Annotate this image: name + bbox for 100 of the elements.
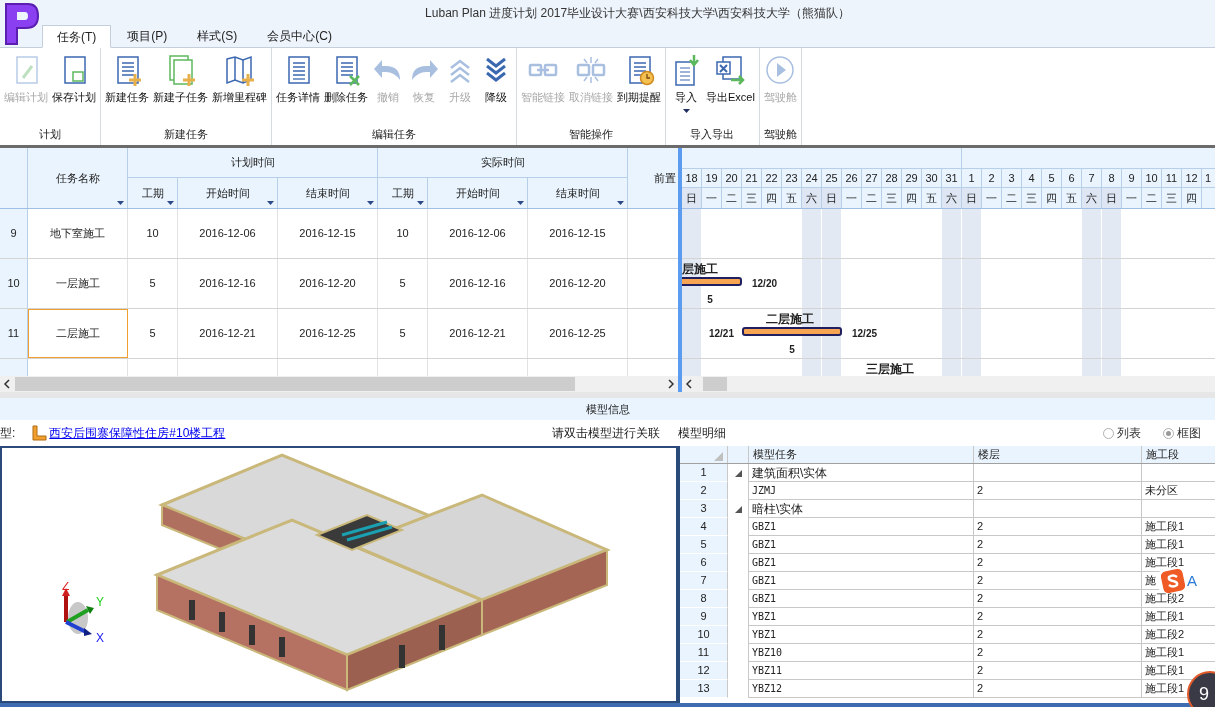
column-header: 楼层 [973, 446, 1141, 463]
row-number: 1 [680, 464, 728, 482]
toolbar-button[interactable]: 到期提醒 [615, 54, 663, 106]
radio-option[interactable]: 列表 [1103, 424, 1141, 442]
table-cell-text: 施工段1 [1145, 537, 1185, 553]
table-cell: 5 [378, 309, 428, 358]
row-number: 5 [680, 536, 728, 554]
hint-text: 请双击模型进行关联 [552, 425, 660, 442]
sort-arrow-icon[interactable] [417, 201, 424, 205]
column-header: 结束时间 [278, 178, 378, 208]
table-cell: 5 [378, 259, 428, 308]
ime-toolbar[interactable]: A [1159, 570, 1215, 592]
table-cell-text: 施工段1 [1145, 519, 1185, 535]
ribbon-tab[interactable]: 会员中心(C) [253, 24, 346, 47]
task-name-cell[interactable]: 一层施工 [28, 259, 128, 308]
horizontal-scrollbar[interactable] [682, 376, 1215, 392]
table-cell-text: YBZ1 [752, 628, 777, 642]
table-cell-text: GBZ1 [752, 592, 777, 606]
end-date-label: 12/25 [852, 327, 878, 341]
bar-label: 二层施工 [766, 311, 814, 328]
table-cell-text: 施工段1 [1145, 663, 1185, 679]
table-cell-text: 2 [977, 537, 984, 553]
row-number: 7 [680, 572, 728, 590]
collapse-triangle-icon[interactable] [734, 505, 742, 513]
toolbar-button[interactable]: 新建子任务 [151, 54, 210, 106]
model-viewport[interactable]: Z Y X [0, 446, 678, 703]
scrollbar-thumb[interactable] [703, 377, 727, 391]
toolbar-button[interactable]: 导出Excel [704, 54, 757, 106]
sort-arrow-icon[interactable] [617, 201, 624, 205]
bar-label: 层施工 [682, 261, 718, 278]
table-cell: 2016-12-25 [278, 309, 378, 358]
table-cell-text: 施工段1 [1145, 645, 1185, 661]
corner-triangle-icon [714, 452, 723, 461]
sort-arrow-icon[interactable] [517, 201, 524, 205]
ribbon-group-label: 智能操作 [569, 127, 613, 142]
window-title: Luban Plan 进度计划 2017毕业设计大赛\西安科技大学\西安科技大学（熊猫队） [425, 4, 850, 22]
gantt-bar[interactable] [682, 277, 742, 286]
ribbon-tab[interactable]: 任务(T) [42, 25, 112, 48]
sort-arrow-icon[interactable] [167, 201, 174, 205]
row-header[interactable]: 9 [0, 209, 28, 258]
table-cell-text: YBZ11 [752, 664, 783, 678]
scroll-right-icon[interactable] [667, 379, 675, 389]
ribbon-tab[interactable]: 项目(P) [113, 24, 182, 47]
column-header: 工期 [378, 178, 428, 208]
table-cell-text: GBZ1 [752, 520, 777, 534]
weekday-header: 日 [962, 188, 982, 208]
scrollbar-thumb[interactable] [15, 377, 575, 391]
row-number: 10 [680, 626, 728, 644]
toolbar-button[interactable]: 导入 [668, 54, 704, 113]
sort-arrow-icon[interactable] [117, 201, 124, 205]
toolbar-button[interactable]: 降级 [478, 54, 514, 106]
gauge-widget[interactable]: 9 [1187, 671, 1215, 707]
scroll-left-icon[interactable] [685, 379, 693, 389]
task-name-cell[interactable]: 二层施工 [28, 309, 128, 358]
splitter-handle[interactable] [678, 148, 682, 392]
sort-arrow-icon[interactable] [367, 201, 374, 205]
model-link[interactable]: 西安后围寨保障性住房#10楼工程 [49, 424, 226, 442]
table-cell: 10 [128, 209, 178, 258]
table-cell: 2016-12-15 [528, 209, 628, 258]
table-cell-text: 2 [977, 609, 984, 625]
radio-option[interactable]: 框图 [1163, 424, 1201, 442]
panel-title: 模型信息 [585, 401, 630, 417]
toolbar-button[interactable]: 任务详情 [274, 54, 322, 106]
gantt-bar[interactable] [742, 327, 842, 336]
table-cell-text: 施工段1 [1145, 681, 1185, 697]
horizontal-scrollbar[interactable] [0, 376, 678, 392]
model-icon [31, 425, 48, 441]
table-cell-text: 2 [977, 483, 984, 499]
toolbar-button[interactable]: 删除任务 [322, 54, 370, 106]
toolbar-button[interactable]: 新增里程碑 [210, 54, 269, 106]
weekday-header: 六 [942, 188, 962, 208]
duration-label: 5 [707, 293, 713, 307]
weekday-header: 日 [682, 188, 702, 208]
table-cell-text: GBZ1 [752, 556, 777, 570]
map-plus-icon [223, 54, 256, 86]
toolbar-button[interactable]: 保存计划 [50, 54, 98, 106]
table-cell-text: 2 [977, 573, 984, 589]
table-cell: 10 [378, 209, 428, 258]
weekday-header: 日 [822, 188, 842, 208]
row-number: 9 [680, 608, 728, 626]
collapse-triangle-icon[interactable] [734, 469, 742, 477]
table-cell-text: 施工段2 [1145, 627, 1185, 643]
scroll-left-icon[interactable] [3, 379, 11, 389]
toolbar-button[interactable]: 新建任务 [103, 54, 151, 106]
table-cell-text: YBZ12 [752, 682, 783, 696]
row-header[interactable]: 10 [0, 259, 28, 308]
table-cell-text: 2 [977, 519, 984, 535]
table-cell-text: 2 [977, 555, 984, 571]
task-name-cell[interactable]: 地下室施工 [28, 209, 128, 258]
table-cell-text: YBZ1 [752, 610, 777, 624]
bar-label: 三层施工 [866, 361, 914, 376]
sort-arrow-icon[interactable] [267, 201, 274, 205]
row-header[interactable]: 11 [0, 309, 28, 358]
table-cell: 2016-12-25 [528, 309, 628, 358]
table-cell: 2016-12-20 [528, 259, 628, 308]
ribbon-group-label: 计划 [39, 127, 61, 142]
start-date-label: 12/21 [708, 327, 734, 341]
ribbon-tab[interactable]: 样式(S) [183, 24, 252, 47]
duration-label: 5 [789, 343, 795, 357]
table-cell-text: 施工段1 [1145, 555, 1185, 571]
